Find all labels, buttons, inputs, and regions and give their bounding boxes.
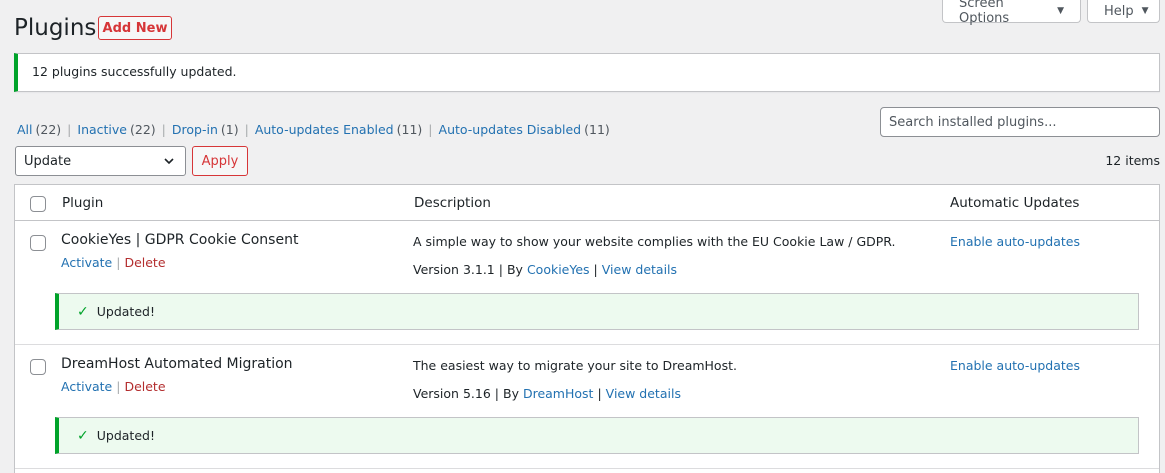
table-row: DreamHost Automated Migration Activate |…	[15, 345, 1159, 469]
screen-meta-links: Screen Options ▼ Help ▼	[942, 0, 1160, 26]
meta-separator: |	[494, 386, 499, 401]
page-title: Plugins	[14, 15, 97, 41]
column-plugin: Plugin	[62, 195, 104, 211]
column-description: Description	[414, 195, 491, 211]
meta-separator: |	[498, 262, 503, 277]
action-separator: |	[116, 379, 121, 394]
filter-dropin[interactable]: Drop-in (1)	[172, 122, 239, 137]
row-checkbox[interactable]	[30, 235, 46, 251]
enable-auto-updates-link[interactable]: Enable auto-updates	[950, 234, 1080, 249]
filter-inactive-count: (22)	[130, 122, 156, 137]
activate-link[interactable]: Activate	[61, 379, 112, 394]
action-separator: |	[116, 255, 121, 270]
bulk-action-select[interactable]: Update	[15, 146, 186, 176]
filter-auto-disabled-count: (11)	[584, 122, 610, 137]
plugins-table: Plugin Description Automatic Updates Coo…	[14, 184, 1160, 473]
help-tab[interactable]: Help ▼	[1087, 0, 1160, 23]
plugin-version: Version 5.16	[413, 386, 491, 401]
items-count: 12 items	[1105, 153, 1160, 168]
filter-auto-enabled[interactable]: Auto-updates Enabled (11)	[255, 122, 422, 137]
filter-separator: |	[161, 122, 166, 137]
update-status-notice: ✓ Updated!	[55, 293, 1139, 330]
author-link[interactable]: DreamHost	[523, 386, 593, 401]
plugin-description: The easiest way to migrate your site to …	[413, 358, 737, 373]
apply-button[interactable]: Apply	[192, 146, 248, 176]
update-status-notice: ✓ Updated!	[55, 417, 1139, 454]
view-details-link[interactable]: View details	[606, 386, 681, 401]
plugin-description: A simple way to show your website compli…	[413, 234, 896, 249]
meta-separator: |	[597, 386, 602, 401]
plugin-meta: Version 5.16 | By DreamHost | View detai…	[413, 386, 681, 401]
screen-options-tab[interactable]: Screen Options ▼	[942, 0, 1081, 26]
by-label: By	[503, 386, 519, 401]
by-label: By	[506, 262, 523, 277]
filter-dropin-label[interactable]: Drop-in	[172, 122, 218, 137]
filter-dropin-count: (1)	[220, 122, 239, 137]
filter-all-label[interactable]: All	[17, 122, 33, 137]
table-row: CookieYes | GDPR Cookie Consent Activate…	[15, 221, 1159, 345]
chevron-down-icon	[164, 158, 174, 165]
filter-auto-enabled-count: (11)	[396, 122, 423, 137]
filter-all[interactable]: All (22)	[17, 122, 61, 137]
update-status-text: Updated!	[96, 304, 155, 319]
table-header: Plugin Description Automatic Updates	[15, 185, 1159, 221]
select-all-checkbox[interactable]	[30, 196, 46, 212]
plugin-version: Version 3.1.1	[413, 262, 495, 277]
plugin-search-input[interactable]	[880, 107, 1160, 137]
caret-down-icon: ▼	[1057, 6, 1064, 16]
filter-auto-disabled-label[interactable]: Auto-updates Disabled	[439, 122, 582, 137]
filter-separator: |	[67, 122, 72, 137]
filter-inactive-label[interactable]: Inactive	[77, 122, 127, 137]
status-filters: All (22) | Inactive (22) | Drop-in (1) | Au…	[17, 122, 610, 137]
add-new-button[interactable]: Add New	[98, 16, 172, 40]
plugin-name: CookieYes | GDPR Cookie Consent	[61, 232, 299, 248]
plugin-meta: Version 3.1.1 | By CookieYes | View deta…	[413, 262, 677, 277]
caret-down-icon: ▼	[1141, 6, 1149, 16]
view-details-link[interactable]: View details	[602, 262, 677, 277]
checkmark-icon: ✓	[77, 303, 89, 320]
notice-message: 12 plugins successfully updated.	[32, 64, 237, 79]
column-automatic-updates: Automatic Updates	[950, 195, 1080, 211]
meta-separator: |	[593, 262, 598, 277]
delete-link[interactable]: Delete	[124, 255, 165, 270]
plugin-name: DreamHost Automated Migration	[61, 356, 293, 372]
filter-auto-disabled[interactable]: Auto-updates Disabled (11)	[439, 122, 610, 137]
row-actions: Activate | Delete	[61, 255, 166, 270]
screen-options-label: Screen Options	[959, 0, 1010, 26]
update-status-text: Updated!	[96, 428, 155, 443]
success-notice: 12 plugins successfully updated.	[14, 53, 1160, 92]
filter-auto-enabled-label[interactable]: Auto-updates Enabled	[255, 122, 394, 137]
enable-auto-updates-link[interactable]: Enable auto-updates	[950, 358, 1080, 373]
bulk-action-value: Update	[24, 153, 72, 169]
filter-inactive[interactable]: Inactive (22)	[77, 122, 155, 137]
checkmark-icon: ✓	[77, 427, 89, 444]
delete-link[interactable]: Delete	[124, 379, 165, 394]
activate-link[interactable]: Activate	[61, 255, 112, 270]
filter-all-count: (22)	[35, 122, 62, 137]
filter-separator: |	[428, 122, 433, 137]
filter-separator: |	[244, 122, 249, 137]
row-actions: Activate | Delete	[61, 379, 166, 394]
help-label: Help	[1104, 3, 1134, 19]
row-checkbox[interactable]	[30, 359, 46, 375]
author-link[interactable]: CookieYes	[527, 262, 590, 277]
